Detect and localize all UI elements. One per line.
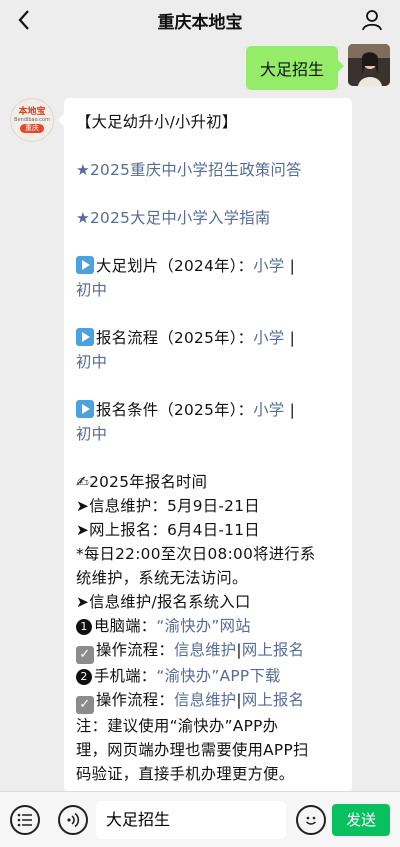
op2-info-link[interactable]: 信息维护	[174, 691, 236, 709]
cond-primary-link[interactable]: 小学	[253, 401, 284, 419]
pc-website-link[interactable]: “渝快办”网站	[156, 617, 250, 635]
op2-register-link[interactable]: 网上报名	[242, 691, 304, 709]
user-photo-icon	[348, 44, 390, 86]
list-icon	[17, 813, 32, 827]
chevron-left-icon	[18, 10, 29, 30]
entry-title: ➤信息维护/报名系统入口	[76, 593, 251, 611]
faq-link[interactable]: ★2025重庆中小学招生政策问答	[76, 161, 302, 179]
op1-info-link[interactable]: 信息维护	[174, 641, 236, 659]
note-line-2: 理，网页端办理也需要使用APP扫	[76, 741, 309, 759]
logo-domain: Bendibao.com	[14, 117, 50, 123]
flow-primary-link[interactable]: 小学	[253, 329, 284, 347]
app-download-link[interactable]: “渝快办”APP下载	[156, 667, 280, 685]
number-two-icon: 2	[76, 669, 92, 685]
profile-button[interactable]	[358, 6, 386, 34]
zone-middle-link[interactable]: 初中	[76, 281, 107, 299]
flow-label: 报名流程（2025年）：	[96, 329, 254, 347]
checkbox-icon: ✓	[76, 646, 94, 664]
input-bar: 发送	[0, 791, 400, 847]
op2-label: 操作流程：	[96, 691, 174, 709]
smiley-icon	[306, 816, 316, 825]
note-line-3: 码验证，直接手机办理更方便。	[76, 765, 295, 783]
outgoing-message: 大足招生	[245, 44, 390, 90]
page-title: 重庆本地宝	[157, 12, 243, 33]
back-button[interactable]	[10, 6, 38, 34]
info-maintenance-time: ➤信息维护：5月9日-21日	[76, 497, 260, 515]
checkbox-icon: ✓	[76, 696, 94, 714]
outgoing-bubble[interactable]: 大足招生	[245, 46, 345, 90]
menu-button[interactable]	[10, 805, 40, 835]
separator: |	[289, 257, 296, 275]
play-icon	[76, 400, 94, 418]
guide-link[interactable]: ★2025大足中小学入学指南	[76, 209, 271, 227]
message-bubble: 【大足幼升小/小升初】 ★2025重庆中小学招生政策问答 ★2025大足中小学入…	[58, 98, 352, 792]
incoming-message: 本地宝 Bendibao.com 重庆 【大足幼升小/小升初】 ★2025重庆中…	[10, 98, 352, 792]
mobile-label: 手机端：	[94, 667, 157, 685]
send-button[interactable]: 发送	[332, 804, 390, 836]
logo-text: 本地宝	[18, 107, 46, 117]
op1-label: 操作流程：	[96, 641, 174, 659]
user-avatar[interactable]	[348, 44, 390, 86]
separator: |	[289, 329, 296, 347]
pc-label: 电脑端：	[94, 617, 157, 635]
flow-middle-link[interactable]: 初中	[76, 353, 107, 371]
top-bar: 重庆本地宝	[0, 0, 400, 40]
person-icon	[362, 10, 382, 31]
zone-label: 大足划片（2024年）：	[96, 257, 254, 275]
cond-middle-link[interactable]: 初中	[76, 425, 107, 443]
logo-city: 重庆	[20, 124, 44, 133]
number-one-icon: 1	[76, 619, 92, 635]
maintenance-note-1: *每日22:00至次日08:00将进行系	[76, 545, 316, 563]
voice-button[interactable]	[58, 805, 88, 835]
play-icon	[76, 328, 94, 346]
bot-avatar[interactable]: 本地宝 Bendibao.com 重庆	[10, 98, 54, 142]
zone-primary-link[interactable]: 小学	[253, 257, 284, 275]
online-registration-time: ➤网上报名：6月4日-11日	[76, 521, 260, 539]
note-line-1: 注：建议使用“渝快办”APP办	[76, 717, 279, 735]
voice-icon	[67, 812, 80, 828]
time-title: ✍2025年报名时间	[76, 473, 208, 491]
separator: |	[289, 401, 296, 419]
message-input[interactable]	[96, 801, 286, 839]
play-icon	[76, 256, 94, 274]
emoji-button[interactable]	[296, 805, 326, 835]
maintenance-note-2: 统维护，系统无法访问。	[76, 569, 248, 587]
message-heading: 【大足幼升小/小升初】	[76, 113, 238, 131]
op1-register-link[interactable]: 网上报名	[242, 641, 304, 659]
cond-label: 报名条件（2025年）：	[96, 401, 254, 419]
